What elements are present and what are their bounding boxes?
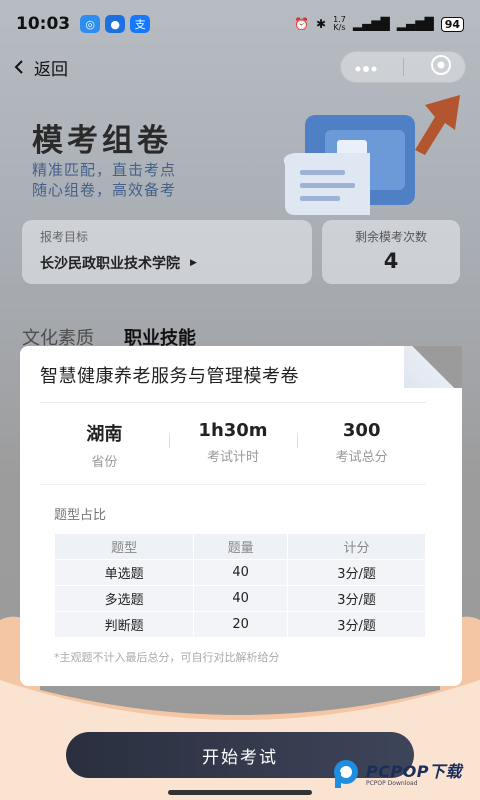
- table-cell: 单选题: [53, 559, 195, 586]
- folder-illustration-icon: [283, 95, 460, 215]
- home-indicator: [168, 790, 312, 795]
- exam-paper-card: 智慧健康养老服务与管理模考卷 湖南 省份 1h30m 考试计时 300 考试总分…: [20, 346, 462, 686]
- table-header: 题型: [53, 533, 195, 560]
- stat-value: 湖南: [86, 424, 123, 445]
- table-header: 计分: [287, 533, 426, 560]
- target-school-name: 长沙民政职业技术学院: [40, 256, 180, 272]
- paper-stats: 湖南 省份 1h30m 考试计时 300 考试总分: [40, 420, 426, 470]
- message-app-icon: ◎: [80, 15, 101, 33]
- paper-title: 智慧健康养老服务与管理模考卷: [40, 366, 299, 387]
- status-indicators: ⏰ ✱ 1.7 K/s ▂▄▆█ ▂▄▆█ 94: [294, 16, 464, 32]
- target-card[interactable]: 报考目标 长沙民政职业技术学院 ▶: [22, 220, 312, 284]
- table-cell: 3分/题: [287, 585, 426, 612]
- navbar: 返回: [0, 48, 480, 86]
- table-cell: 3分/题: [287, 611, 426, 638]
- table-row: 单选题 40 3分/题: [53, 559, 426, 586]
- status-time: 10:03: [16, 14, 71, 34]
- table-header-row: 题型 题量 计分: [53, 533, 426, 560]
- capsule-divider: [403, 58, 405, 76]
- footnote: *主观题不计入最后总分，可自行对比解析给分: [54, 651, 280, 664]
- back-label: 返回: [34, 59, 68, 80]
- status-app-icons: ◎ ● 支: [80, 15, 151, 33]
- watermark-text: PCPOP下载 PCPOP Download: [366, 758, 462, 787]
- signal-icon: ▂▄▆█: [352, 17, 390, 31]
- alipay-app-icon: 支: [130, 15, 151, 33]
- close-miniapp-icon[interactable]: [430, 54, 452, 80]
- stat-label: 省份: [91, 455, 118, 470]
- net-speed-unit: K/s: [333, 23, 346, 32]
- page-subtitle: 精准匹配，直击考点 随心组卷，高效备考: [32, 160, 176, 200]
- divider: [40, 402, 426, 403]
- stat-total-score: 300 考试总分: [297, 420, 426, 470]
- stat-value: 300: [342, 420, 381, 441]
- miniapp-capsule: [340, 51, 466, 83]
- table-cell: 判断题: [53, 611, 195, 638]
- watermark: PCPOP下载 PCPOP Download: [332, 758, 462, 790]
- pcpop-logo-icon: [334, 760, 358, 788]
- table-cell: 3分/题: [287, 559, 426, 586]
- table-row: 多选题 40 3分/题: [53, 585, 426, 612]
- triangle-right-icon: ▶: [190, 258, 197, 268]
- stat-province: 湖南 省份: [40, 420, 169, 470]
- more-icon[interactable]: [354, 58, 378, 77]
- subtitle-line-1: 精准匹配，直击考点: [32, 161, 177, 179]
- page-title: 模考组卷: [32, 123, 172, 159]
- target-school: 长沙民政职业技术学院 ▶: [40, 253, 294, 273]
- section-title: 题型占比: [54, 508, 107, 523]
- status-bar: 10:03 ◎ ● 支 ⏰ ✱ 1.7 K/s ▂▄▆█ ▂▄▆█ 94: [0, 0, 480, 48]
- table-cell: 40: [193, 585, 289, 612]
- net-speed: 1.7 K/s: [333, 16, 346, 32]
- chat-app-icon: ●: [105, 15, 126, 33]
- subtitle-line-2: 随心组卷，高效备考: [32, 181, 177, 199]
- stat-duration: 1h30m 考试计时: [168, 420, 298, 470]
- page-fold-corner: [404, 346, 462, 388]
- table-row: 判断题 20 3分/题: [53, 611, 426, 638]
- remain-card: 剩余模考次数 4: [322, 220, 460, 284]
- bluetooth-icon: ✱: [316, 17, 327, 31]
- target-label: 报考目标: [40, 230, 89, 244]
- question-type-table: 题型 题量 计分 单选题 40 3分/题 多选题 40 3分/题 判断题 20 …: [53, 533, 426, 638]
- remain-value: 4: [383, 249, 399, 273]
- table-cell: 20: [193, 611, 289, 638]
- signal-icon-2: ▂▄▆█: [396, 17, 434, 31]
- battery-icon: 94: [440, 16, 464, 32]
- stat-value: 1h30m: [198, 420, 268, 441]
- alarm-icon: ⏰: [294, 17, 310, 31]
- stat-label: 考试计时: [207, 450, 260, 465]
- table-cell: 多选题: [53, 585, 195, 612]
- divider: [40, 484, 426, 485]
- remain-label: 剩余模考次数: [354, 230, 427, 244]
- chevron-left-icon: [14, 59, 24, 75]
- table-cell: 40: [193, 559, 289, 586]
- watermark-brand: PCPOP下载: [366, 762, 463, 781]
- table-header: 题量: [193, 533, 289, 560]
- back-button[interactable]: 返回: [14, 55, 68, 80]
- stat-label: 考试总分: [335, 450, 388, 465]
